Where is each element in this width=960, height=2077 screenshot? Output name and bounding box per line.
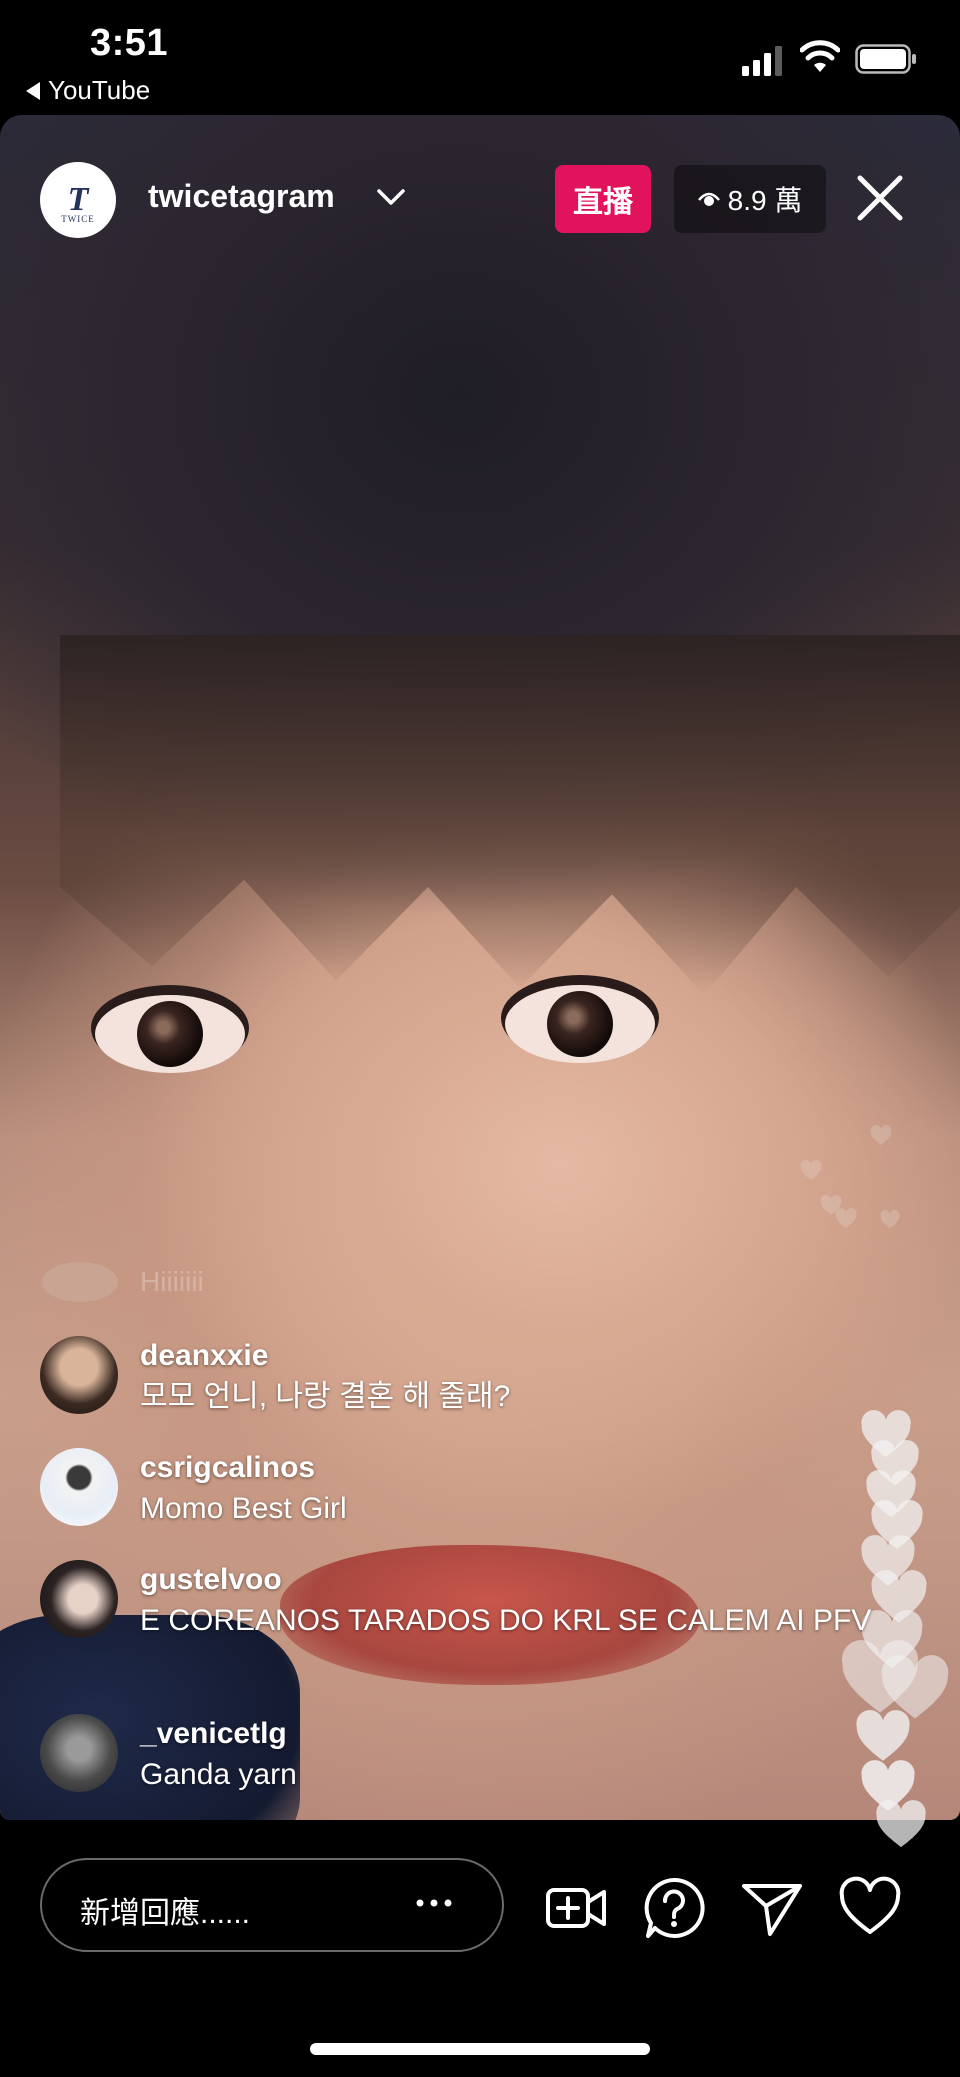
floating-heart-icon bbox=[835, 1208, 857, 1228]
host-username[interactable]: twicetagram bbox=[148, 178, 335, 215]
battery-icon bbox=[855, 44, 916, 74]
floating-heart-icon bbox=[880, 1210, 900, 1229]
comment-username[interactable]: deanxxie bbox=[140, 1336, 940, 1376]
comment-text: 모모 언니, 나랑 결혼 해 줄래? bbox=[140, 1380, 511, 1413]
avatar-logo-text: TWICE bbox=[61, 214, 95, 224]
comment-username[interactable]: gustelvoo bbox=[140, 1560, 940, 1600]
wifi-icon bbox=[800, 40, 840, 72]
comment-avatar[interactable] bbox=[40, 1714, 118, 1792]
comment-text: Ganda yarn bbox=[140, 1758, 297, 1791]
floating-heart-icon bbox=[870, 1125, 892, 1145]
comment-avatar[interactable] bbox=[40, 1560, 118, 1638]
comment-avatar[interactable] bbox=[40, 1448, 118, 1526]
comment-item[interactable]: _venicetlg Ganda yarn bbox=[40, 1714, 940, 1796]
back-to-app-button[interactable]: YouTube bbox=[26, 75, 150, 106]
cellular-signal-icon bbox=[742, 46, 782, 76]
chevron-down-icon[interactable] bbox=[376, 186, 406, 208]
viewers-eye-icon bbox=[697, 192, 720, 206]
comment-item[interactable]: deanxxie 모모 언니, 나랑 결혼 해 줄래? bbox=[40, 1336, 940, 1418]
add-video-icon[interactable] bbox=[544, 1876, 608, 1940]
faded-comment-text: Hiiiiiii bbox=[140, 1266, 204, 1297]
more-options-icon[interactable] bbox=[414, 1896, 454, 1910]
send-icon[interactable] bbox=[740, 1876, 804, 1940]
back-app-label: YouTube bbox=[48, 75, 151, 105]
live-badge: 直播 bbox=[555, 165, 651, 233]
comment-text: E COREANOS TARADOS DO KRL SE CALEM AI PF… bbox=[140, 1604, 872, 1637]
status-bar: 3:51 YouTube bbox=[0, 0, 960, 115]
comment-username[interactable]: csrigcalinos bbox=[140, 1448, 940, 1488]
viewer-count[interactable]: 8.9 萬 bbox=[674, 165, 826, 233]
comment-item[interactable]: gustelvoo E COREANOS TARADOS DO KRL SE C… bbox=[40, 1560, 940, 1642]
comment-avatar[interactable] bbox=[40, 1336, 118, 1414]
avatar-logo-mark: T bbox=[67, 181, 89, 218]
faded-comment: Hiiiiiii bbox=[42, 1262, 204, 1302]
comment-username[interactable]: _venicetlg bbox=[140, 1714, 940, 1754]
home-indicator[interactable] bbox=[310, 2043, 650, 2055]
comment-input-placeholder: 新增回應...... bbox=[80, 1897, 251, 1930]
like-heart-icon[interactable] bbox=[838, 1876, 902, 1940]
comment-item[interactable]: csrigcalinos Momo Best Girl bbox=[40, 1448, 940, 1530]
faded-comment-avatar bbox=[42, 1262, 118, 1302]
floating-heart-icon bbox=[876, 1800, 926, 1848]
comment-text: Momo Best Girl bbox=[140, 1492, 347, 1525]
status-time: 3:51 bbox=[90, 22, 169, 64]
comment-input[interactable]: 新增回應...... bbox=[40, 1858, 504, 1952]
viewer-count-text: 8.9 萬 bbox=[727, 185, 803, 216]
floating-heart-icon bbox=[800, 1160, 822, 1180]
video-eye-left bbox=[95, 995, 245, 1073]
close-icon[interactable] bbox=[854, 172, 906, 224]
back-triangle-icon bbox=[26, 81, 40, 100]
question-icon[interactable] bbox=[642, 1876, 706, 1940]
video-eye-right bbox=[505, 985, 655, 1063]
host-avatar[interactable]: T TWICE bbox=[40, 162, 116, 238]
